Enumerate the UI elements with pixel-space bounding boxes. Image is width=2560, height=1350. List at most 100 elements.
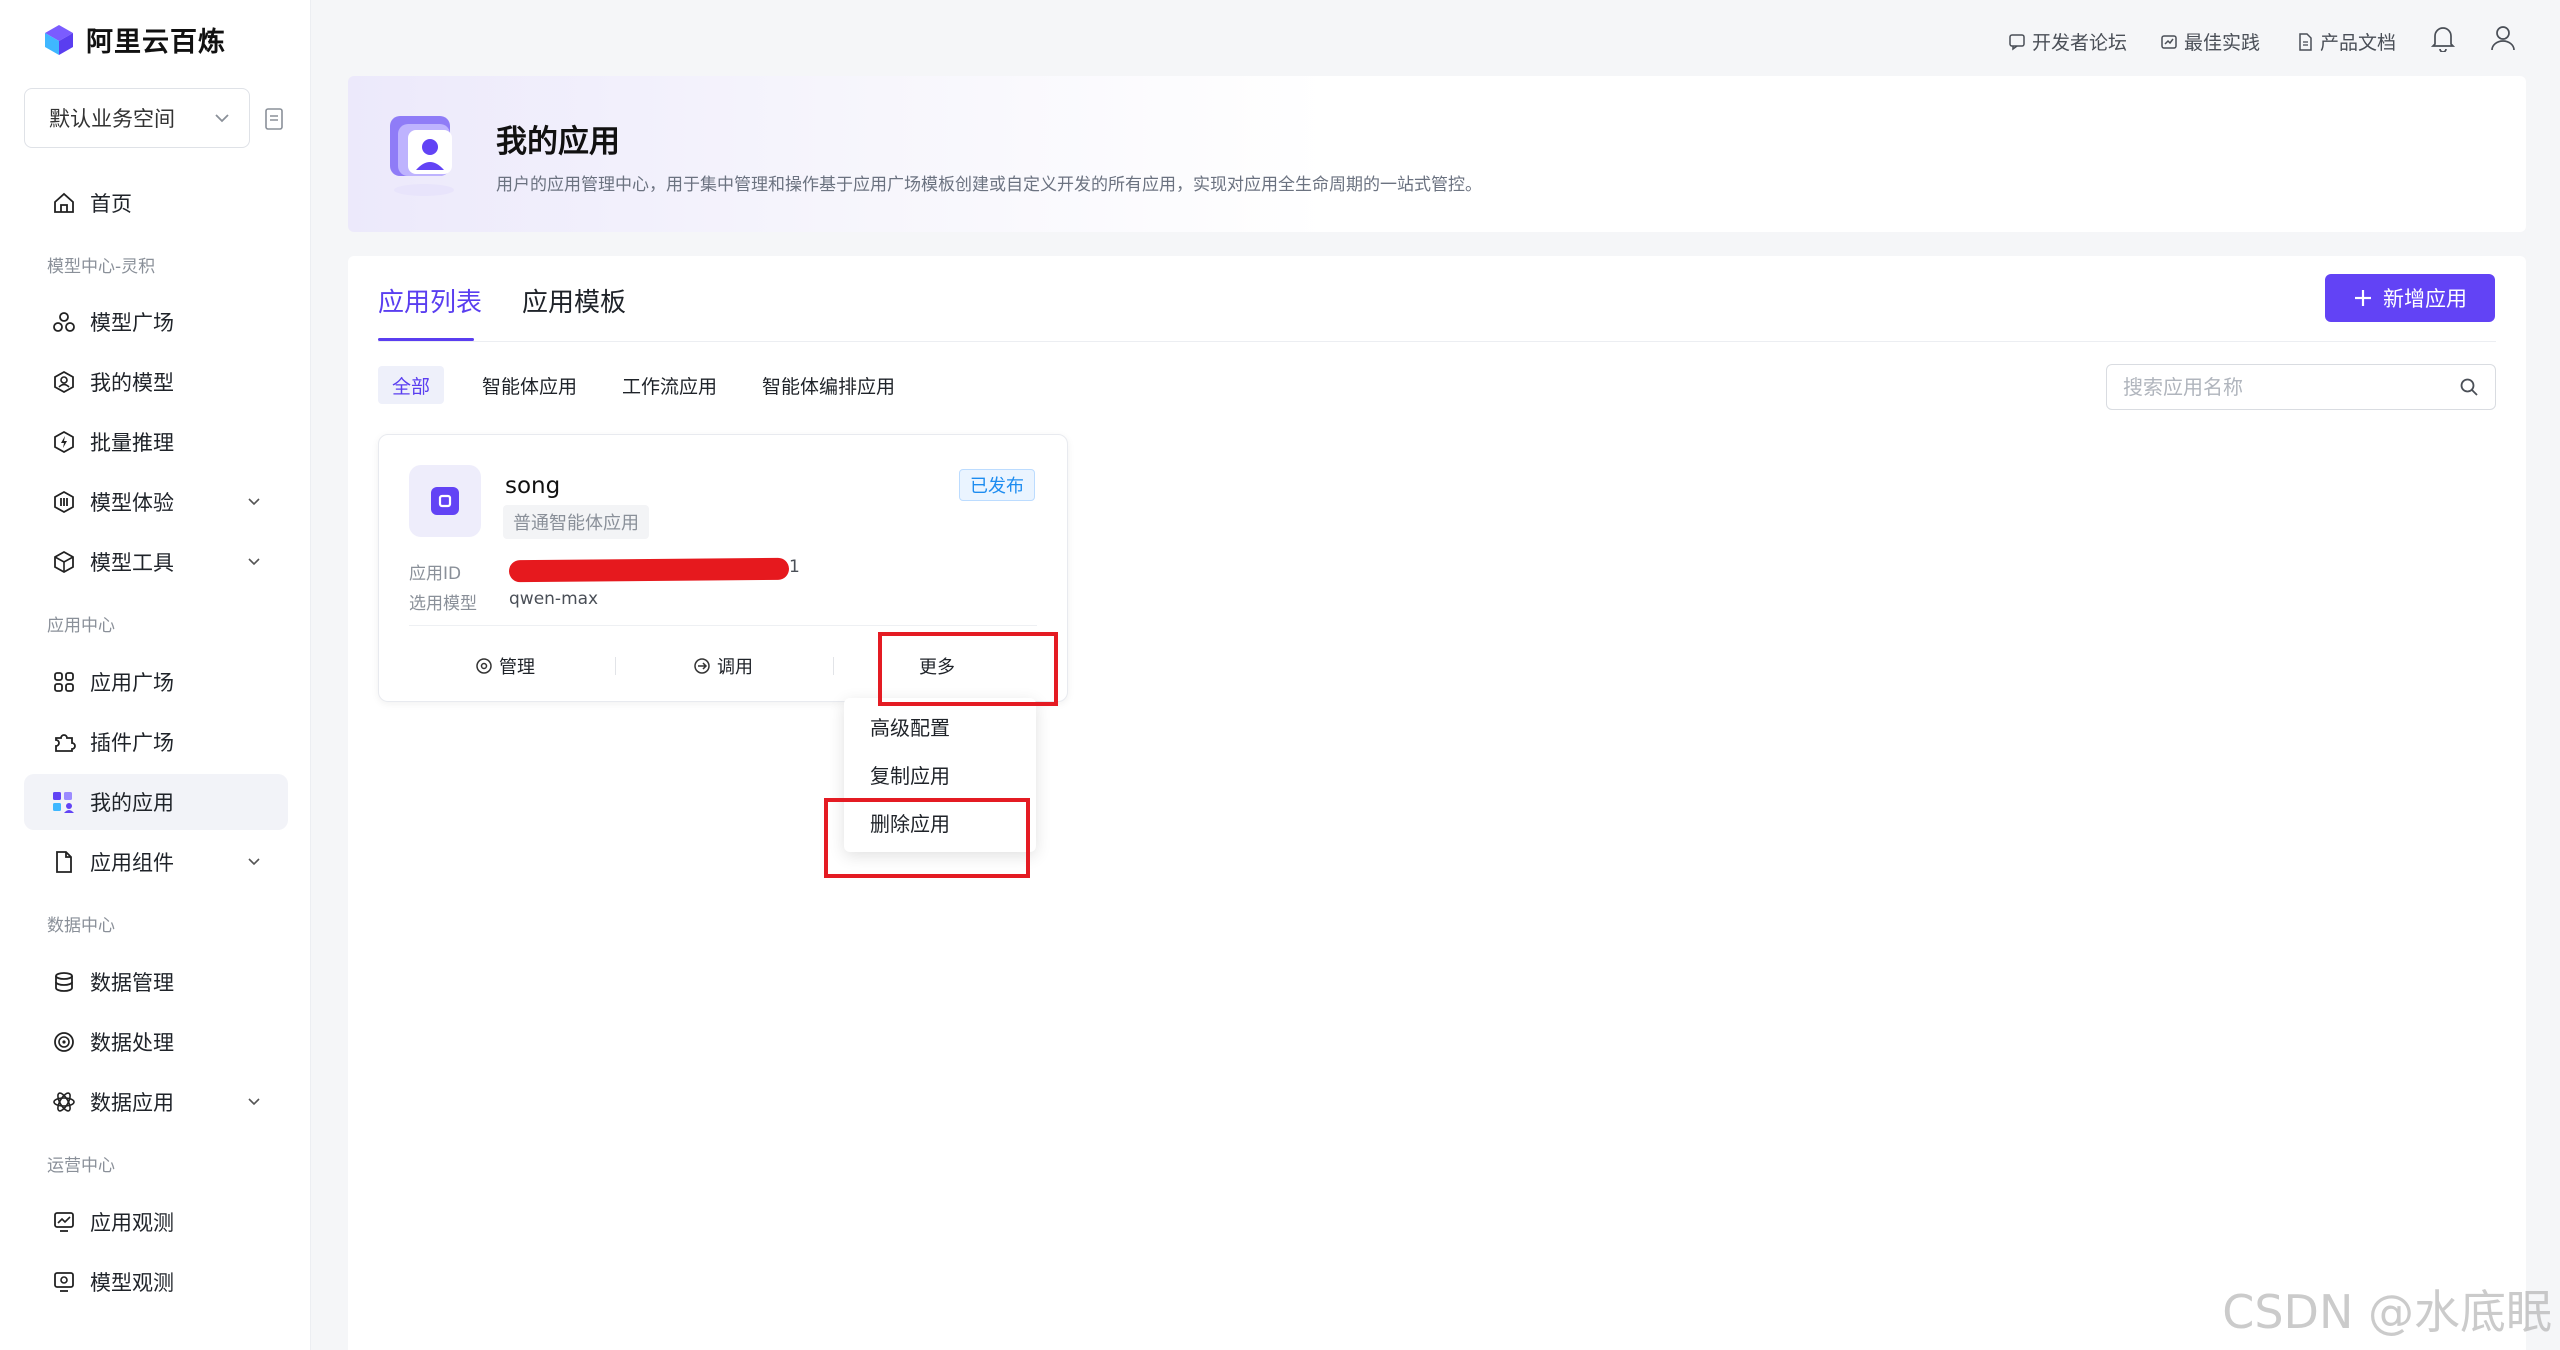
sidebar-item-my-apps[interactable]: 我的应用 bbox=[24, 774, 288, 830]
chevron-down-icon bbox=[215, 114, 229, 123]
monitor-model-icon bbox=[50, 1268, 78, 1296]
monitor-chart-icon bbox=[50, 1208, 78, 1236]
app-type-tag: 普通智能体应用 bbox=[503, 505, 649, 539]
sidebar-item-label: 数据管理 bbox=[90, 971, 174, 995]
action-separator bbox=[833, 657, 834, 675]
sidebar-item-app-square[interactable]: 应用广场 bbox=[24, 654, 288, 710]
sidebar-item-my-models[interactable]: 我的模型 bbox=[24, 354, 288, 410]
model-label: 选用模型 bbox=[409, 594, 477, 614]
tab-app-templates[interactable]: 应用模板 bbox=[522, 282, 626, 319]
page-title: 我的应用 bbox=[496, 124, 620, 160]
sidebar-item-label: 我的应用 bbox=[90, 791, 174, 815]
sidebar-item-model-square[interactable]: 模型广场 bbox=[24, 294, 288, 350]
filter-workflow-apps[interactable]: 工作流应用 bbox=[608, 366, 731, 404]
sidebar-item-app-components[interactable]: 应用组件 bbox=[24, 834, 288, 890]
workspace-label: 默认业务空间 bbox=[49, 107, 175, 131]
invoke-button[interactable]: 调用 bbox=[693, 653, 753, 679]
sidebar-item-label: 应用广场 bbox=[90, 671, 174, 695]
tab-app-list[interactable]: 应用列表 bbox=[378, 282, 482, 319]
sidebar-item-label: 批量推理 bbox=[90, 431, 174, 455]
atom-icon bbox=[50, 1088, 78, 1116]
sidebar-item-label: 模型观测 bbox=[90, 1271, 174, 1295]
chevron-down-icon bbox=[248, 858, 260, 866]
sidebar-item-label: 数据应用 bbox=[90, 1091, 174, 1115]
search-icon[interactable] bbox=[2459, 377, 2479, 397]
sidebar-item-data-apps[interactable]: 数据应用 bbox=[24, 1074, 288, 1130]
sidebar-item-label: 应用组件 bbox=[90, 851, 174, 875]
sidebar-item-model-observe[interactable]: 模型观测 bbox=[24, 1254, 288, 1310]
filter-agent-apps[interactable]: 智能体应用 bbox=[468, 366, 591, 404]
my-app-illustration-icon bbox=[386, 112, 460, 198]
search-input[interactable] bbox=[2123, 375, 2443, 399]
settings-circle-icon bbox=[476, 658, 492, 674]
sidebar-item-model-tools[interactable]: 模型工具 bbox=[24, 534, 288, 590]
search-box bbox=[2106, 364, 2496, 410]
bailian-logo-icon bbox=[45, 24, 73, 55]
brand-logo[interactable]: 阿里云百炼 bbox=[42, 20, 226, 59]
plus-icon bbox=[2355, 290, 2371, 306]
workspace-select[interactable]: 默认业务空间 bbox=[24, 88, 250, 148]
menu-item-copy-app[interactable]: 复制应用 bbox=[870, 760, 950, 789]
bell-icon[interactable] bbox=[2430, 24, 2456, 52]
app-id-end: 1 bbox=[789, 557, 800, 577]
product-docs-link[interactable]: 产品文档 bbox=[2296, 28, 2396, 55]
filter-all[interactable]: 全部 bbox=[378, 366, 445, 404]
workspace-doc-icon[interactable] bbox=[264, 108, 284, 130]
sidebar-item-model-experience[interactable]: 模型体验 bbox=[24, 474, 288, 530]
bolt-hex-icon bbox=[50, 428, 78, 456]
tabs-divider bbox=[378, 341, 2496, 342]
annotation-box-delete bbox=[824, 798, 1030, 878]
active-tab-indicator bbox=[378, 338, 474, 341]
sidebar-item-label: 我的模型 bbox=[90, 371, 174, 395]
chevron-down-icon bbox=[248, 1098, 260, 1106]
sidebar-item-label: 模型广场 bbox=[90, 311, 174, 335]
file-icon bbox=[50, 848, 78, 876]
sidebar-item-data-manage[interactable]: 数据管理 bbox=[24, 954, 288, 1010]
app-name: song bbox=[505, 473, 561, 499]
arrow-circle-icon bbox=[694, 658, 710, 674]
sidebar-item-label: 模型工具 bbox=[90, 551, 174, 575]
sidebar-item-data-process[interactable]: 数据处理 bbox=[24, 1014, 288, 1070]
experience-hex-icon bbox=[50, 488, 78, 516]
sidebar-item-label: 模型体验 bbox=[90, 491, 174, 515]
sidebar-item-home[interactable]: 首页 bbox=[24, 175, 288, 231]
sidebar-item-label: 数据处理 bbox=[90, 1031, 174, 1055]
watermark: CSDN @水底眠 bbox=[2222, 1285, 2552, 1339]
nav-group-ops: 运营中心 bbox=[47, 1156, 115, 1176]
sidebar-item-label: 首页 bbox=[90, 192, 132, 216]
filter-orchestration-apps[interactable]: 智能体编排应用 bbox=[748, 366, 909, 404]
nav-group-model: 模型中心-灵积 bbox=[47, 257, 156, 277]
model-value: qwen-max bbox=[509, 589, 599, 609]
puzzle-icon bbox=[50, 728, 78, 756]
sidebar-item-batch-inference[interactable]: 批量推理 bbox=[24, 414, 288, 470]
app-square-icon bbox=[431, 487, 459, 515]
model-hex-icon bbox=[50, 368, 78, 396]
brand-name: 阿里云百炼 bbox=[86, 27, 226, 58]
dev-forum-link[interactable]: 开发者论坛 bbox=[2008, 28, 2127, 55]
card-divider bbox=[409, 625, 1037, 626]
sidebar-item-app-observe[interactable]: 应用观测 bbox=[24, 1194, 288, 1250]
sidebar-item-plugin-square[interactable]: 插件广场 bbox=[24, 714, 288, 770]
sidebar-item-label: 插件广场 bbox=[90, 731, 174, 755]
chevron-down-icon bbox=[248, 558, 260, 566]
grid-icon bbox=[50, 668, 78, 696]
my-apps-icon bbox=[50, 788, 78, 816]
nav-group-data: 数据中心 bbox=[47, 916, 115, 936]
sidebar: 阿里云百炼 默认业务空间 首页 模型中心-灵积 模型广场 我的模型 批量推理 模… bbox=[0, 0, 311, 1350]
chevron-down-icon bbox=[248, 498, 260, 506]
forum-icon bbox=[2009, 33, 2025, 50]
app-id-label: 应用ID bbox=[409, 564, 462, 584]
nav-group-app: 应用中心 bbox=[47, 616, 115, 636]
status-badge: 已发布 bbox=[959, 469, 1035, 501]
user-icon[interactable] bbox=[2490, 24, 2516, 52]
app-list-panel: 应用列表 应用模板 新增应用 全部 智能体应用 工作流应用 智能体编排应用 so… bbox=[348, 256, 2526, 1350]
page-header: 我的应用 用户的应用管理中心，用于集中管理和操作基于应用广场模板创建或自定义开发… bbox=[348, 76, 2526, 232]
add-app-button[interactable]: 新增应用 bbox=[2325, 274, 2495, 322]
radar-icon bbox=[50, 1028, 78, 1056]
menu-item-advanced-config[interactable]: 高级配置 bbox=[870, 712, 950, 741]
database-icon bbox=[50, 968, 78, 996]
manage-button[interactable]: 管理 bbox=[475, 653, 535, 679]
best-practice-link[interactable]: 最佳实践 bbox=[2160, 28, 2260, 55]
doc-icon bbox=[2299, 32, 2312, 51]
practice-icon bbox=[2161, 34, 2177, 49]
